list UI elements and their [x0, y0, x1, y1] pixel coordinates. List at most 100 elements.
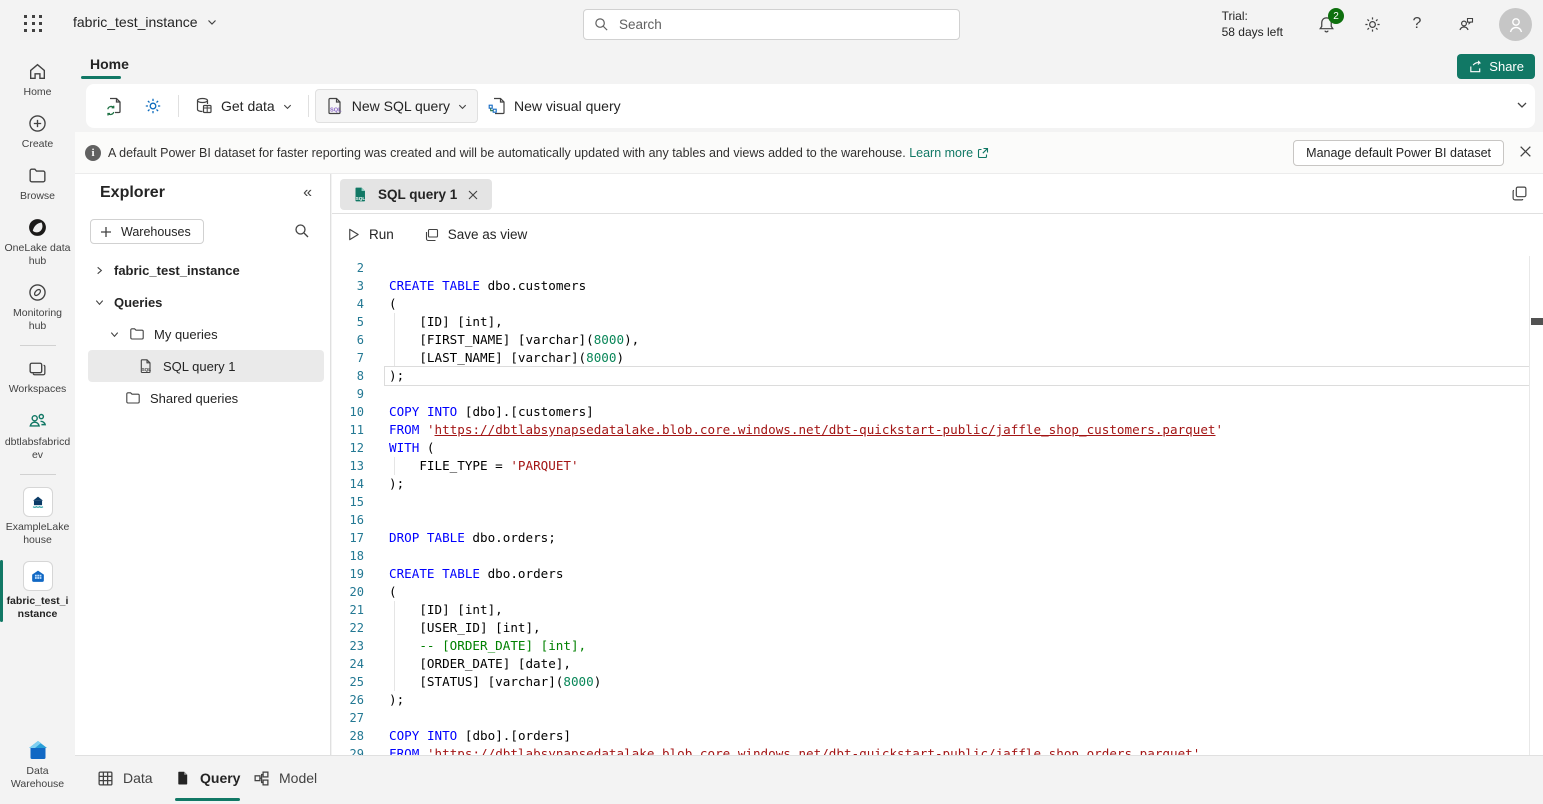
code-line[interactable]: 25 [STATUS] [varchar](8000) — [332, 673, 1529, 691]
settings-button[interactable] — [1361, 13, 1383, 35]
code-line[interactable]: 4( — [332, 295, 1529, 313]
banner-close-button[interactable] — [1518, 144, 1533, 159]
nav-item-dbtlabsfabricdev[interactable]: dbtlabsfabricdev — [0, 403, 75, 469]
view-tab-query[interactable]: Query — [175, 756, 240, 800]
learn-more-link[interactable]: Learn more — [909, 146, 989, 160]
code-line[interactable]: 21 [ID] [int], — [332, 601, 1529, 619]
data-table-icon — [97, 770, 114, 787]
editor-scrollbar[interactable] — [1529, 256, 1543, 755]
run-button[interactable]: Run — [346, 227, 394, 242]
active-tab-underline — [81, 76, 121, 79]
view-tab-data[interactable]: Data — [97, 756, 153, 800]
code-line[interactable]: 12WITH ( — [332, 439, 1529, 457]
save-as-view-button[interactable]: Save as view — [424, 227, 528, 243]
editor-tab-bar: SQL SQL query 1 — [332, 174, 1543, 214]
nav-item-fabric-test-instance[interactable]: fabric_test_instance — [0, 554, 75, 628]
workspace-switcher[interactable]: fabric_test_instance — [73, 14, 218, 30]
search-input[interactable] — [617, 16, 949, 33]
nav-item-create[interactable]: Create — [0, 106, 75, 158]
collapse-ribbon-button[interactable] — [1515, 98, 1529, 112]
nav-item-home[interactable]: Home — [0, 54, 75, 106]
nav-item-browse[interactable]: Browse — [0, 158, 75, 210]
left-navigation-rail: Home Create Browse OneLake data hub Moni… — [0, 48, 75, 804]
help-button[interactable]: ? — [1406, 13, 1428, 35]
chevron-down-icon — [94, 297, 105, 308]
code-line[interactable]: 27 — [332, 709, 1529, 727]
query-tab-sql-query-1[interactable]: SQL SQL query 1 — [340, 179, 492, 210]
code-line[interactable]: 10COPY INTO [dbo].[customers] — [332, 403, 1529, 421]
code-line[interactable]: 5 [ID] [int], — [332, 313, 1529, 331]
code-line[interactable]: 22 [USER_ID] [int], — [332, 619, 1529, 637]
view-tab-model[interactable]: Model — [253, 756, 317, 800]
code-line[interactable]: 6 [FIRST_NAME] [varchar](8000), — [332, 331, 1529, 349]
new-visual-query-button[interactable]: New visual query — [478, 90, 630, 122]
code-line[interactable]: 14); — [332, 475, 1529, 493]
indent-guide — [394, 655, 395, 673]
plus-icon — [99, 225, 113, 239]
data-warehouse-icon — [26, 739, 50, 761]
code-line[interactable]: 7 [LAST_NAME] [varchar](8000) — [332, 349, 1529, 367]
nav-item-data-warehouse[interactable]: Data Warehouse — [0, 732, 75, 798]
code-line[interactable]: 24 [ORDER_DATE] [date], — [332, 655, 1529, 673]
indent-guide — [394, 457, 395, 475]
code-line[interactable]: 13 FILE_TYPE = 'PARQUET' — [332, 457, 1529, 475]
code-line[interactable]: 19CREATE TABLE dbo.orders — [332, 565, 1529, 583]
tree-item-my-queries[interactable]: My queries — [75, 318, 330, 350]
ribbon-tab-home[interactable]: Home — [81, 52, 138, 76]
new-sql-query-button[interactable]: SQL New SQL query — [315, 89, 478, 123]
code-text: CREATE TABLE dbo.customers — [364, 277, 1529, 295]
code-line[interactable]: 18 — [332, 547, 1529, 565]
lakehouse-icon — [23, 487, 53, 517]
close-tab-button[interactable] — [466, 188, 480, 202]
copy-button[interactable] — [1511, 185, 1528, 202]
code-line[interactable]: 8); — [332, 367, 1529, 385]
close-icon — [466, 188, 480, 202]
code-line[interactable]: 15 — [332, 493, 1529, 511]
code-text: COPY INTO [dbo].[orders] — [364, 727, 1529, 745]
scrollbar-marker — [1531, 318, 1543, 325]
code-line[interactable]: 28COPY INTO [dbo].[orders] — [332, 727, 1529, 745]
chevron-down-icon — [1515, 98, 1529, 112]
code-line[interactable]: 16 — [332, 511, 1529, 529]
notifications-button[interactable]: 2 — [1315, 13, 1337, 35]
code-text: [ID] [int], — [364, 313, 1529, 331]
query-settings-button[interactable] — [134, 90, 172, 122]
code-line[interactable]: 20( — [332, 583, 1529, 601]
code-line[interactable]: 29FROM 'https://dbtlabsynapsedatalake.bl… — [332, 745, 1529, 755]
ribbon-toolbar: Get data SQL New SQL query New visual qu… — [75, 84, 1543, 132]
indent-guide — [394, 673, 395, 691]
nav-item-monitoring-hub[interactable]: Monitoring hub — [0, 275, 75, 340]
code-line[interactable]: 17DROP TABLE dbo.orders; — [332, 529, 1529, 547]
refresh-document-icon — [105, 96, 125, 116]
code-text: FROM 'https://dbtlabsynapsedatalake.blob… — [364, 421, 1529, 439]
nav-item-examplelakehouse[interactable]: ExampleLakehouse — [0, 480, 75, 554]
code-line[interactable]: 3CREATE TABLE dbo.customers — [332, 277, 1529, 295]
manage-default-dataset-button[interactable]: Manage default Power BI dataset — [1293, 140, 1504, 166]
code-line[interactable]: 11FROM 'https://dbtlabsynapsedatalake.bl… — [332, 421, 1529, 439]
collapse-panel-button[interactable]: « — [303, 184, 312, 202]
code-line[interactable]: 26); — [332, 691, 1529, 709]
refresh-button[interactable] — [96, 90, 134, 122]
account-avatar[interactable] — [1499, 8, 1532, 41]
get-data-button[interactable]: Get data — [185, 90, 302, 122]
share-button[interactable]: Share — [1457, 54, 1535, 79]
tree-item-queries[interactable]: Queries — [75, 286, 330, 318]
app-launcher-button[interactable] — [24, 15, 44, 33]
tree-item-warehouse-root[interactable]: fabric_test_instance — [75, 254, 330, 286]
nav-item-onelake-data-hub[interactable]: OneLake data hub — [0, 210, 75, 275]
feedback-button[interactable] — [1455, 13, 1477, 35]
code-lines[interactable]: 23CREATE TABLE dbo.customers4(5 [ID] [in… — [332, 256, 1529, 755]
line-number: 23 — [332, 637, 364, 655]
code-line[interactable]: 9 — [332, 385, 1529, 403]
line-number: 18 — [332, 547, 364, 565]
tree-item-shared-queries[interactable]: Shared queries — [75, 382, 330, 414]
code-text: FROM 'https://dbtlabsynapsedatalake.blob… — [364, 745, 1529, 755]
nav-item-workspaces[interactable]: Workspaces — [0, 351, 75, 403]
code-line[interactable]: 2 — [332, 259, 1529, 277]
tree-item-sql-query-1[interactable]: SQL SQL query 1 — [88, 350, 324, 382]
toolbar-divider — [178, 95, 179, 117]
code-line[interactable]: 23 -- [ORDER_DATE] [int], — [332, 637, 1529, 655]
workspaces-icon — [27, 358, 48, 379]
new-warehouse-button[interactable]: Warehouses — [90, 219, 204, 244]
explorer-search-button[interactable] — [294, 223, 310, 239]
